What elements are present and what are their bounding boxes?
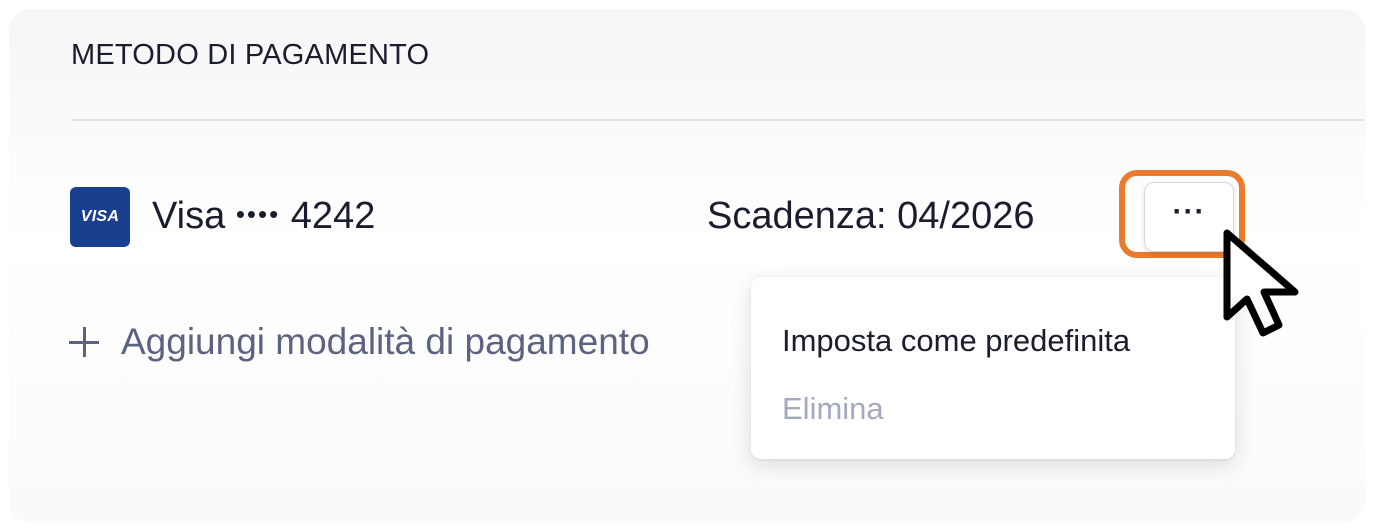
menu-item-delete[interactable]: Elimina bbox=[782, 391, 884, 427]
add-payment-method-label: Aggiungi modalità di pagamento bbox=[121, 321, 650, 362]
card-brand: Visa bbox=[152, 195, 226, 237]
options-dropdown-menu: Imposta come predefinita Elimina bbox=[751, 277, 1235, 459]
card-expiry: Scadenza: 04/2026 bbox=[707, 195, 1035, 237]
card-masked-dots: •••• bbox=[235, 199, 281, 229]
card-label: Visa •••• 4242 bbox=[152, 195, 375, 238]
payment-method-card: METODO DI PAGAMENTO VISA Visa •••• 4242 … bbox=[9, 9, 1365, 523]
menu-item-set-default[interactable]: Imposta come predefinita bbox=[782, 323, 1130, 359]
card-last4: 4242 bbox=[290, 195, 376, 237]
add-payment-method-link[interactable]: Aggiungi modalità di pagamento bbox=[69, 321, 650, 363]
section-title: METODO DI PAGAMENTO bbox=[71, 39, 430, 71]
visa-logo: VISA bbox=[70, 187, 130, 247]
section-divider bbox=[71, 119, 1365, 121]
mouse-cursor-icon bbox=[1223, 229, 1299, 337]
plus-icon bbox=[69, 327, 99, 357]
